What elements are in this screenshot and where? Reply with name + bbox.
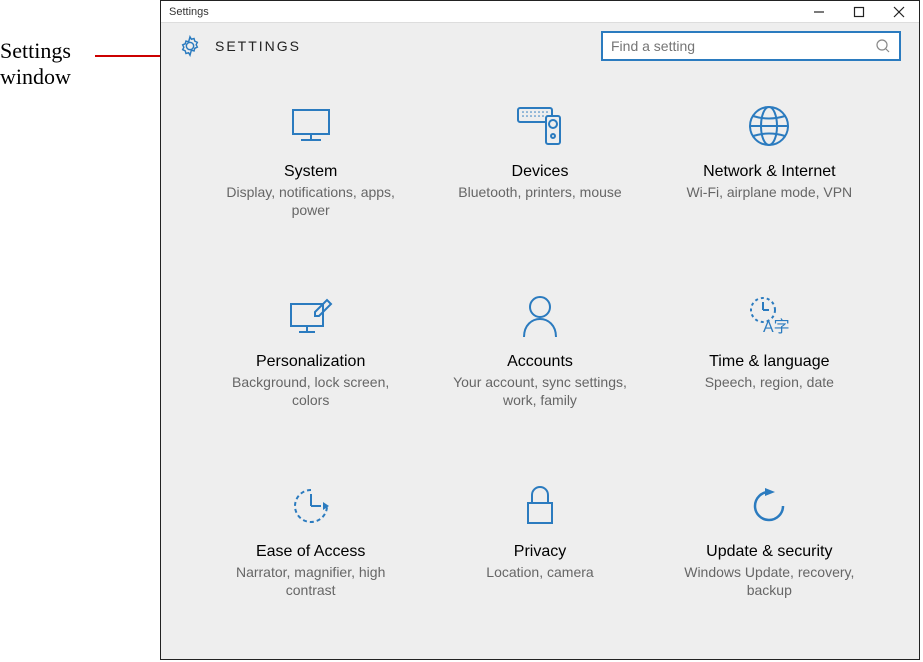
- titlebar-controls: [799, 1, 919, 23]
- tile-desc: Display, notifications, apps, power: [221, 183, 401, 219]
- titlebar: Settings: [161, 1, 919, 23]
- tile-title: Network & Internet: [703, 163, 836, 181]
- time-language-icon: A字: [743, 289, 795, 343]
- maximize-icon: [853, 6, 865, 18]
- page-title: SETTINGS: [215, 38, 301, 54]
- tile-accounts[interactable]: Accounts Your account, sync settings, wo…: [430, 279, 649, 469]
- tile-time-language[interactable]: A字 Time & language Speech, region, date: [660, 279, 879, 469]
- tile-ease-of-access[interactable]: Ease of Access Narrator, magnifier, high…: [201, 469, 420, 659]
- window-title: Settings: [169, 6, 209, 18]
- minimize-icon: [813, 6, 825, 18]
- devices-icon: [514, 99, 566, 153]
- close-icon: [893, 6, 905, 18]
- figure-annotation: Settings window: [0, 38, 160, 90]
- tile-title: Devices: [512, 163, 569, 181]
- tile-desc: Narrator, magnifier, high contrast: [221, 563, 401, 599]
- personalization-icon: [285, 289, 337, 343]
- tile-update-security[interactable]: Update & security Windows Update, recove…: [660, 469, 879, 659]
- tile-desc: Speech, region, date: [705, 373, 834, 391]
- search-icon: [875, 38, 891, 54]
- settings-grid: System Display, notifications, apps, pow…: [161, 69, 919, 659]
- header: SETTINGS: [161, 23, 919, 69]
- tile-desc: Background, lock screen, colors: [221, 373, 401, 409]
- tile-desc: Your account, sync settings, work, famil…: [450, 373, 630, 409]
- ease-of-access-icon: [289, 479, 333, 533]
- tile-title: Update & security: [706, 543, 832, 561]
- tile-title: Accounts: [507, 353, 573, 371]
- minimize-button[interactable]: [799, 1, 839, 23]
- globe-icon: [746, 99, 792, 153]
- annotation-text-1: Settings: [0, 38, 160, 64]
- tile-desc: Location, camera: [486, 563, 593, 581]
- gear-icon: [179, 35, 201, 57]
- tile-network[interactable]: Network & Internet Wi-Fi, airplane mode,…: [660, 89, 879, 279]
- tile-personalization[interactable]: Personalization Background, lock screen,…: [201, 279, 420, 469]
- update-icon: [747, 479, 791, 533]
- close-button[interactable]: [879, 1, 919, 23]
- tile-title: Ease of Access: [256, 543, 365, 561]
- tile-title: Time & language: [709, 353, 829, 371]
- system-icon: [287, 99, 335, 153]
- annotation-text-2: window: [0, 64, 160, 90]
- search-box[interactable]: [601, 31, 901, 61]
- tile-title: Personalization: [256, 353, 365, 371]
- tile-devices[interactable]: Devices Bluetooth, printers, mouse: [430, 89, 649, 279]
- search-input[interactable]: [611, 38, 875, 54]
- header-left: SETTINGS: [179, 35, 301, 57]
- annotation-leader-line: [95, 55, 167, 57]
- tile-desc: Windows Update, recovery, backup: [679, 563, 859, 599]
- lock-icon: [520, 479, 560, 533]
- tile-system[interactable]: System Display, notifications, apps, pow…: [201, 89, 420, 279]
- svg-text:A字: A字: [763, 318, 790, 336]
- accounts-icon: [518, 289, 562, 343]
- tile-desc: Bluetooth, printers, mouse: [458, 183, 621, 201]
- tile-title: System: [284, 163, 337, 181]
- maximize-button[interactable]: [839, 1, 879, 23]
- tile-title: Privacy: [514, 543, 566, 561]
- tile-privacy[interactable]: Privacy Location, camera: [430, 469, 649, 659]
- settings-window: Settings SETTINGS: [160, 0, 920, 660]
- tile-desc: Wi-Fi, airplane mode, VPN: [686, 183, 852, 201]
